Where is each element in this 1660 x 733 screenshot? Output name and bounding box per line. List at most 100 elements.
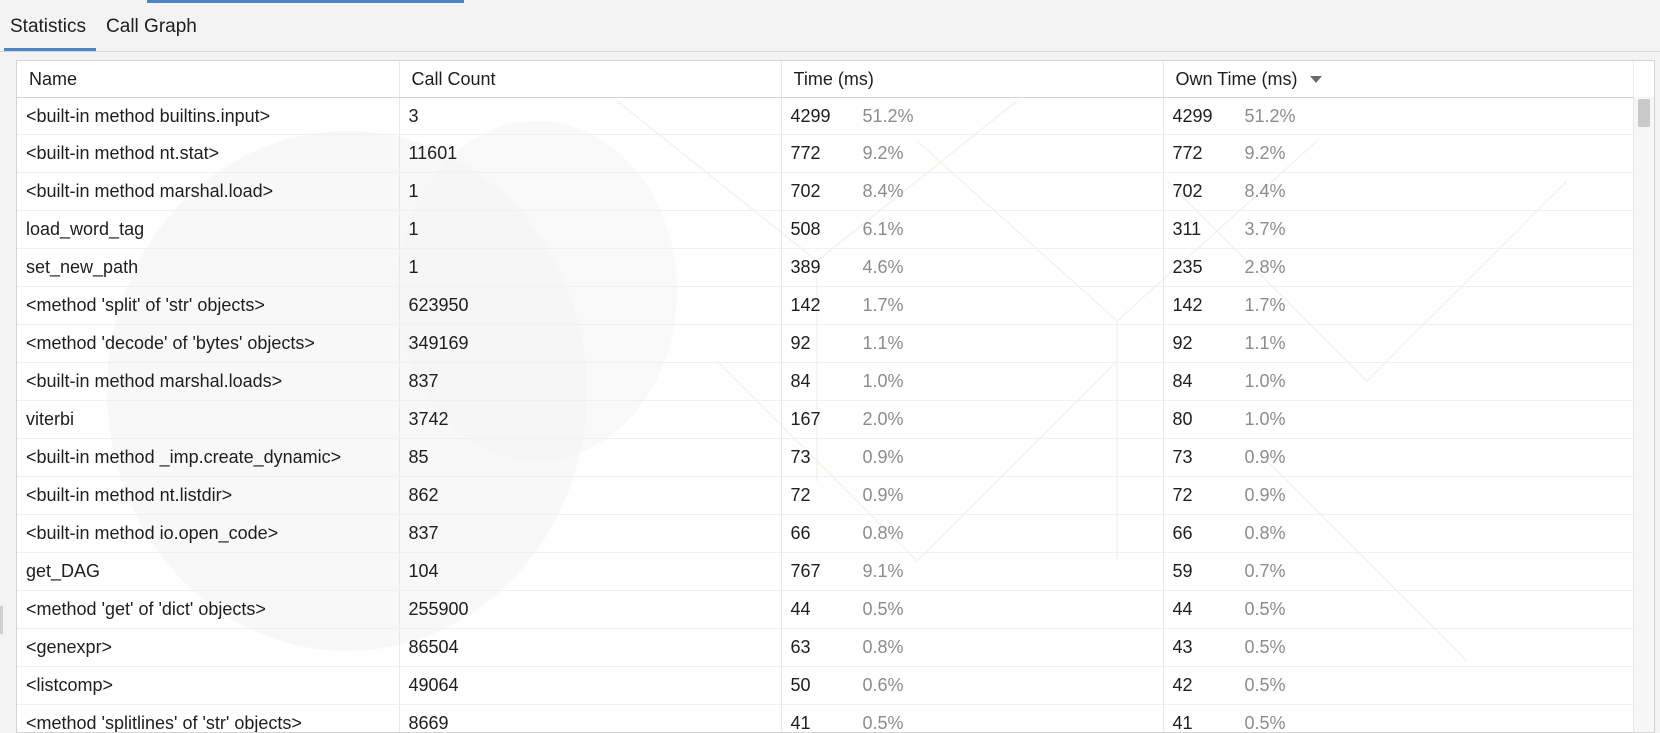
profile-statistics-table: Name Call Count Time (ms) Own Time (ms) … <box>17 61 1634 733</box>
time-percent: 1.1% <box>863 333 904 354</box>
time-percent: 9.2% <box>863 143 904 164</box>
column-header-label: Call Count <box>412 69 496 89</box>
own-time-value: 311 <box>1173 219 1225 240</box>
call-count-value: 1 <box>409 181 419 201</box>
cell-own-time: 2352.8% <box>1163 249 1633 287</box>
cell-call-count: 255900 <box>399 591 781 629</box>
own-time-percent: 0.5% <box>1245 713 1286 733</box>
table-row[interactable]: <built-in method builtins.input> 3 4299 51.… <box>17 98 1633 135</box>
vertical-scrollbar[interactable] <box>1633 97 1654 732</box>
time-percent: 1.0% <box>863 371 904 392</box>
time-value: 63 <box>791 637 843 658</box>
cell-own-time: 420.5% <box>1163 667 1633 705</box>
time-percent: 0.5% <box>863 599 904 620</box>
table-row[interactable]: <method 'get' of 'dict' objects>25590044… <box>17 591 1633 629</box>
cell-own-time: 7729.2% <box>1163 135 1633 173</box>
column-header-time[interactable]: Time (ms) <box>781 61 1163 98</box>
statistics-panel: Name Call Count Time (ms) Own Time (ms) … <box>16 60 1655 733</box>
own-time-percent: 0.9% <box>1245 447 1286 468</box>
table-row[interactable]: viterbi37421672.0%801.0% <box>17 401 1633 439</box>
cell-call-count: 862 <box>399 477 781 515</box>
cell-name: <genexpr> <box>17 629 399 667</box>
time-percent: 9.1% <box>863 561 904 582</box>
table-row[interactable]: <built-in method marshal.load> 1 7028.4%70… <box>17 173 1633 211</box>
own-time-value: 73 <box>1173 447 1225 468</box>
function-name: get_DAG <box>26 561 100 581</box>
own-time-value: 41 <box>1173 713 1225 733</box>
cell-time: 7729.2% <box>781 135 1163 173</box>
own-time-percent: 0.5% <box>1245 599 1286 620</box>
cell-name: <method 'splitlines' of 'str' objects> <box>17 705 399 733</box>
own-time-percent: 1.0% <box>1245 409 1286 430</box>
time-value: 389 <box>791 257 843 278</box>
table-row[interactable]: <listcomp>49064500.6%420.5% <box>17 667 1633 705</box>
own-time-value: 72 <box>1173 485 1225 506</box>
cell-time: 5086.1% <box>781 211 1163 249</box>
time-value: 508 <box>791 219 843 240</box>
cell-name: <method 'decode' of 'bytes' objects> <box>17 325 399 363</box>
call-count-value: 862 <box>409 485 439 505</box>
function-name: <built-in method builtins.input> <box>26 106 270 126</box>
cell-name: <built-in method _imp.create_dynamic> <box>17 439 399 477</box>
cell-own-time: 590.7% <box>1163 553 1633 591</box>
cell-own-time: 73 0.9% <box>1163 439 1633 477</box>
time-percent: 0.5% <box>863 713 904 733</box>
call-count-value: 49064 <box>409 675 459 695</box>
column-header-label: Time (ms) <box>794 69 874 89</box>
call-count-value: 11601 <box>409 143 458 163</box>
own-time-value: 59 <box>1173 561 1225 582</box>
cell-time: 660.8% <box>781 515 1163 553</box>
cell-own-time: 41 0.5% <box>1163 705 1633 733</box>
cell-own-time: 7028.4% <box>1163 173 1633 211</box>
tab-call-graph[interactable]: Call Graph <box>96 3 207 51</box>
call-count-value: 349169 <box>409 333 469 353</box>
tab-statistics[interactable]: Statistics <box>0 3 96 51</box>
call-count-value: 623950 <box>409 295 469 315</box>
table-row[interactable]: <built-in method marshal.loads>837841.0%… <box>17 363 1633 401</box>
table-row[interactable]: <built-in method _imp.create_dynamic>857… <box>17 439 1633 477</box>
own-time-percent: 0.5% <box>1245 675 1286 696</box>
function-name: <method 'splitlines' of 'str' objects> <box>26 713 302 733</box>
cell-call-count: 8669 <box>399 705 781 733</box>
own-time-percent: 8.4% <box>1245 181 1286 202</box>
cell-call-count: 86504 <box>399 629 781 667</box>
column-header-call-count[interactable]: Call Count <box>399 61 781 98</box>
time-percent: 0.9% <box>863 485 904 506</box>
scrollbar-thumb[interactable] <box>1638 99 1650 127</box>
table-row[interactable]: load_word_tag15086.1%3113.7% <box>17 211 1633 249</box>
call-count-value: 255900 <box>409 599 469 619</box>
cell-own-time: 430.5% <box>1163 629 1633 667</box>
column-header-name[interactable]: Name <box>17 61 399 98</box>
table-row[interactable]: set_new_path13894.6%2352.8% <box>17 249 1633 287</box>
time-value: 73 <box>791 447 843 468</box>
function-name: <genexpr> <box>26 637 112 657</box>
time-value: 4299 <box>791 106 843 127</box>
call-count-value: 3 <box>409 106 419 126</box>
table-header-row: Name Call Count Time (ms) Own Time (ms) <box>17 61 1633 98</box>
cell-own-time: 1421.7% <box>1163 287 1633 325</box>
own-time-percent: 0.8% <box>1245 523 1286 544</box>
table-row[interactable]: <built-in method nt.listdir>862720.9%720… <box>17 477 1633 515</box>
table-row[interactable]: <built-in method io.open_code>837660.8%6… <box>17 515 1633 553</box>
cell-time: 7028.4% <box>781 173 1163 211</box>
sort-descending-icon[interactable] <box>1310 76 1322 83</box>
own-time-value: 4299 <box>1173 106 1225 127</box>
cell-name: <method 'split' of 'str' objects> <box>17 287 399 325</box>
table-row[interactable]: <method 'split' of 'str' objects> 623950 1… <box>17 287 1633 325</box>
table-row[interactable]: <built-in method nt.stat>116017729.2%772… <box>17 135 1633 173</box>
cell-time: 720.9% <box>781 477 1163 515</box>
own-time-value: 84 <box>1173 371 1225 392</box>
cell-name: <built-in method marshal.load> <box>17 173 399 211</box>
time-percent: 4.6% <box>863 257 904 278</box>
table-row[interactable]: get_DAG1047679.1%590.7% <box>17 553 1633 591</box>
table-row[interactable]: <method 'decode' of 'bytes' objects> 3491… <box>17 325 1633 363</box>
cell-name: <built-in method io.open_code> <box>17 515 399 553</box>
table-row[interactable]: <method 'splitlines' of 'str' objects> 86… <box>17 705 1633 733</box>
column-header-own-time[interactable]: Own Time (ms) <box>1163 61 1633 98</box>
function-name: <built-in method _imp.create_dynamic> <box>26 447 341 467</box>
table-row[interactable]: <genexpr>86504630.8%430.5% <box>17 629 1633 667</box>
own-time-value: 80 <box>1173 409 1225 430</box>
cell-time: 841.0% <box>781 363 1163 401</box>
own-time-percent: 51.2% <box>1245 106 1296 127</box>
time-value: 50 <box>791 675 843 696</box>
